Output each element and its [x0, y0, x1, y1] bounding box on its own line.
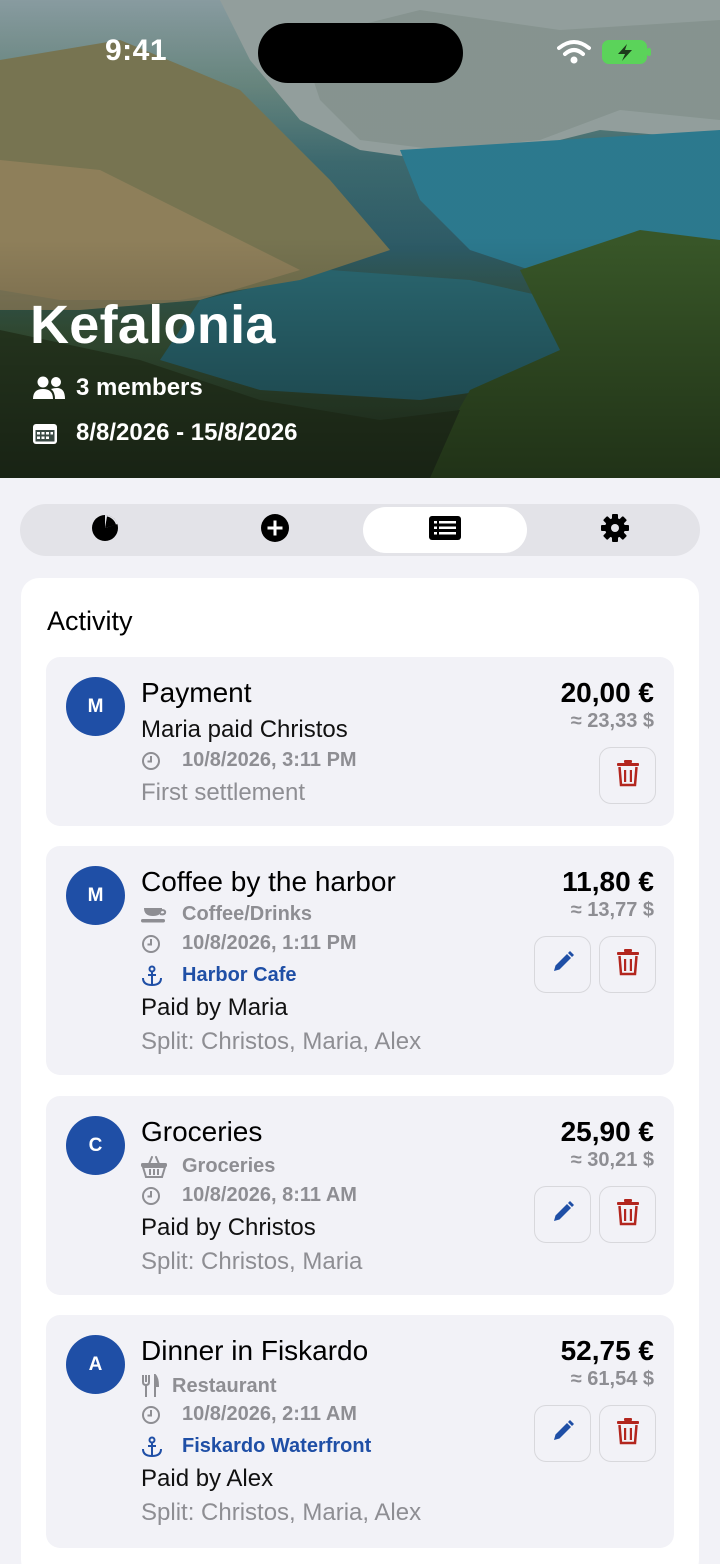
pencil-icon: [551, 1419, 575, 1448]
fork-knife-icon: [141, 1374, 163, 1398]
payment-subtitle: Maria paid Christos: [141, 716, 348, 743]
item-amount: 52,75 €: [560, 1335, 654, 1366]
dynamic-island: [258, 23, 463, 83]
item-datetime-row: 10/8/2026, 8:11 AM: [141, 1184, 357, 1207]
delete-button[interactable]: [599, 747, 656, 804]
item-datetime-row: 10/8/2026, 3:11 PM: [141, 749, 357, 772]
list-icon: [428, 515, 462, 546]
trip-dates: 8/8/2026 - 15/8/2026: [76, 419, 298, 446]
avatar: M: [66, 866, 125, 925]
activity-title: Activity: [47, 606, 133, 636]
payment-note: First settlement: [141, 779, 306, 806]
segmented-tab-bar: [20, 504, 700, 556]
item-split: Split: Christos, Maria, Alex: [141, 1028, 422, 1055]
item-converted-amount: ≈ 13,77 $: [570, 899, 654, 921]
item-location-row[interactable]: Harbor Cafe: [141, 964, 296, 987]
item-paid-by: Paid by Maria: [141, 994, 288, 1021]
calendar-icon: [32, 419, 66, 447]
item-category-row: Restaurant: [141, 1374, 276, 1398]
add-circle-icon: [260, 513, 290, 548]
item-location: Fiskardo Waterfront: [182, 1435, 372, 1457]
item-category-row: Coffee/Drinks: [141, 903, 312, 926]
item-amount: 25,90 €: [560, 1116, 654, 1147]
trip-header: 9:41 Kefalonia 3 members 8/8/2026 - 15/8…: [0, 0, 720, 478]
activity-item-expense[interactable]: C Groceries Groceries 10/8/2026, 8:11 AM…: [46, 1096, 674, 1295]
clock-icon: [141, 751, 173, 771]
trip-title: Kefalonia: [30, 295, 276, 355]
anchor-icon: [141, 965, 173, 987]
item-amount: 11,80 €: [562, 866, 654, 897]
pencil-icon: [551, 1200, 575, 1229]
activity-item-expense[interactable]: A Dinner in Fiskardo Restaurant 10/8/202…: [46, 1315, 674, 1548]
avatar: M: [66, 677, 125, 736]
item-datetime: 10/8/2026, 2:11 AM: [182, 1403, 357, 1425]
people-icon: [32, 374, 66, 402]
avatar: C: [66, 1116, 125, 1175]
clock-icon: [141, 1405, 173, 1425]
item-datetime: 10/8/2026, 8:11 AM: [182, 1184, 357, 1206]
item-split: Split: Christos, Maria, Alex: [141, 1499, 422, 1526]
basket-icon: [141, 1155, 173, 1178]
item-datetime: 10/8/2026, 1:11 PM: [182, 932, 357, 954]
wifi-icon: [557, 39, 591, 70]
tab-activity[interactable]: [363, 507, 527, 553]
edit-button[interactable]: [534, 936, 591, 993]
clock-icon: [141, 934, 173, 954]
item-location-row[interactable]: Fiskardo Waterfront: [141, 1435, 371, 1458]
delete-button[interactable]: [599, 1186, 656, 1243]
activity-item-payment[interactable]: M Payment Maria paid Christos 10/8/2026,…: [46, 657, 674, 826]
tab-settings[interactable]: [533, 507, 697, 553]
item-datetime-row: 10/8/2026, 2:11 AM: [141, 1403, 357, 1426]
pencil-icon: [551, 950, 575, 979]
item-split: Split: Christos, Maria: [141, 1248, 363, 1275]
status-time: 9:41: [105, 34, 168, 67]
members-row: 3 members: [32, 374, 203, 402]
item-title: Coffee by the harbor: [141, 866, 396, 897]
activity-item-expense[interactable]: M Coffee by the harbor Coffee/Drinks 10/…: [46, 846, 674, 1075]
trash-icon: [616, 948, 640, 981]
item-category: Groceries: [182, 1155, 276, 1177]
item-paid-by: Paid by Christos: [141, 1214, 316, 1241]
item-category: Coffee/Drinks: [182, 903, 313, 925]
clock-icon: [141, 1186, 173, 1206]
trash-icon: [616, 759, 640, 792]
avatar: A: [66, 1335, 125, 1394]
delete-button[interactable]: [599, 936, 656, 993]
item-title: Payment: [141, 677, 252, 708]
item-converted-amount: ≈ 23,33 $: [570, 710, 654, 732]
item-title: Dinner in Fiskardo: [141, 1335, 369, 1366]
gear-icon: [600, 513, 630, 548]
item-paid-by: Paid by Alex: [141, 1465, 274, 1492]
item-category: Restaurant: [172, 1374, 277, 1397]
trash-icon: [616, 1417, 640, 1450]
anchor-icon: [141, 1436, 173, 1458]
item-converted-amount: ≈ 30,21 $: [570, 1149, 654, 1171]
pie-chart-icon: [90, 513, 120, 548]
members-count: 3 members: [76, 374, 203, 401]
dates-row: 8/8/2026 - 15/8/2026: [32, 419, 298, 447]
tab-summary[interactable]: [23, 507, 187, 553]
item-category-row: Groceries: [141, 1155, 275, 1178]
battery-icon: [602, 39, 652, 70]
item-location: Harbor Cafe: [182, 964, 297, 986]
coffee-cup-icon: [141, 905, 173, 925]
trash-icon: [616, 1198, 640, 1231]
activity-panel: Activity M Payment Maria paid Christos 1…: [21, 578, 699, 1564]
item-amount: 20,00 €: [560, 677, 654, 708]
item-converted-amount: ≈ 61,54 $: [570, 1368, 654, 1390]
item-datetime: 10/8/2026, 3:11 PM: [182, 749, 357, 771]
edit-button[interactable]: [534, 1186, 591, 1243]
item-title: Groceries: [141, 1116, 263, 1147]
edit-button[interactable]: [534, 1405, 591, 1462]
tab-add[interactable]: [193, 507, 357, 553]
delete-button[interactable]: [599, 1405, 656, 1462]
item-datetime-row: 10/8/2026, 1:11 PM: [141, 932, 357, 955]
